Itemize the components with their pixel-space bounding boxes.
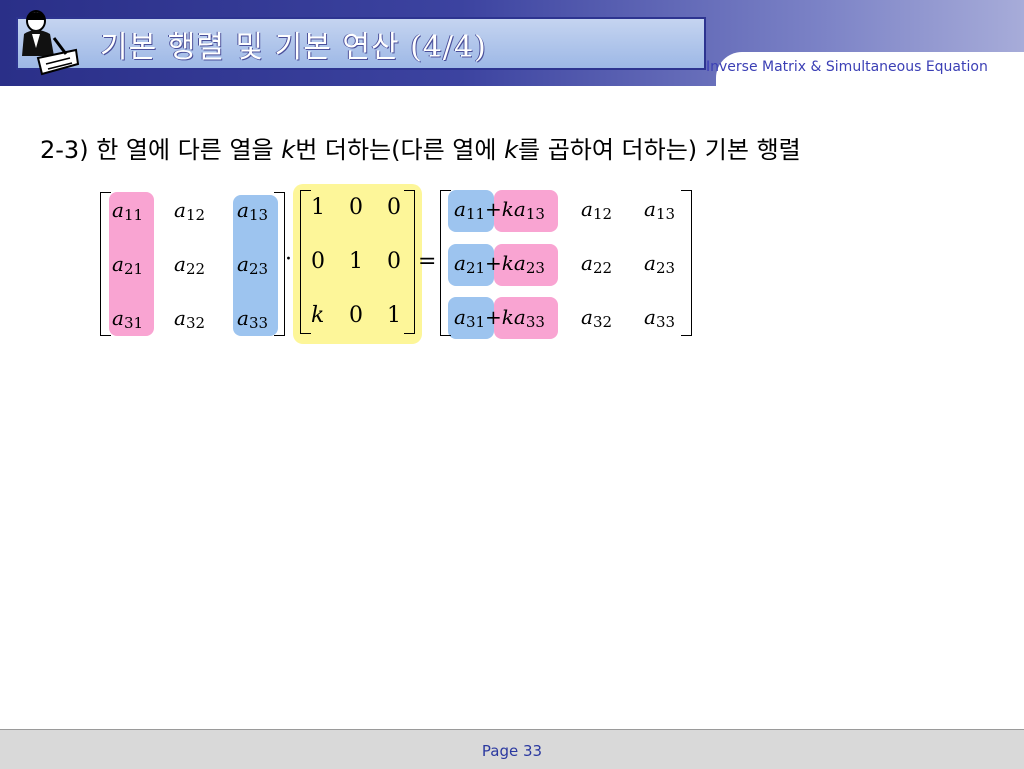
- matrix-equation: a11 a12 a13 a21 a22 a23 a31 a32 a33 · 1 …: [0, 0, 1024, 768]
- page-number: Page 33: [481, 742, 543, 760]
- elementary-cell: k: [311, 303, 325, 328]
- elementary-cell: 0: [311, 249, 325, 274]
- elementary-cell: 0: [349, 195, 363, 220]
- elementary-cell: 0: [387, 195, 401, 220]
- result-cell: a12: [581, 197, 613, 223]
- matrix-a-cell: a33: [237, 306, 269, 332]
- matrix-a-right-bracket: [274, 192, 285, 336]
- result-cell: a21+ka23: [454, 251, 545, 277]
- result-cell: a23: [644, 251, 676, 277]
- matrix-a-left-bracket: [100, 192, 111, 336]
- elementary-cell: 1: [311, 195, 325, 220]
- elementary-left-bracket: [300, 190, 311, 334]
- matrix-a-cell: a23: [237, 252, 269, 278]
- result-cell: a32: [581, 305, 613, 331]
- elementary-cell: 1: [349, 249, 363, 274]
- matrix-a-cell: a13: [237, 198, 269, 224]
- equals-operator: =: [418, 249, 437, 274]
- result-cell: a33: [644, 305, 676, 331]
- result-cell: a13: [644, 197, 676, 223]
- matrix-a-cell: a11: [112, 198, 144, 224]
- matrix-a-cell: a22: [174, 252, 206, 278]
- result-right-bracket: [681, 190, 692, 336]
- result-left-bracket: [440, 190, 451, 336]
- dot-operator: ·: [285, 247, 292, 272]
- matrix-a-cell: a31: [112, 306, 144, 332]
- elementary-cell: 1: [387, 303, 401, 328]
- matrix-a-cell: a12: [174, 198, 206, 224]
- elementary-cell: 0: [349, 303, 363, 328]
- result-cell: a11+ka13: [454, 197, 545, 223]
- elementary-cell: 0: [387, 249, 401, 274]
- result-cell: a22: [581, 251, 613, 277]
- elementary-right-bracket: [404, 190, 415, 334]
- result-cell: a31+ka33: [454, 305, 545, 331]
- matrix-a-cell: a21: [112, 252, 144, 278]
- matrix-a-cell: a32: [174, 306, 206, 332]
